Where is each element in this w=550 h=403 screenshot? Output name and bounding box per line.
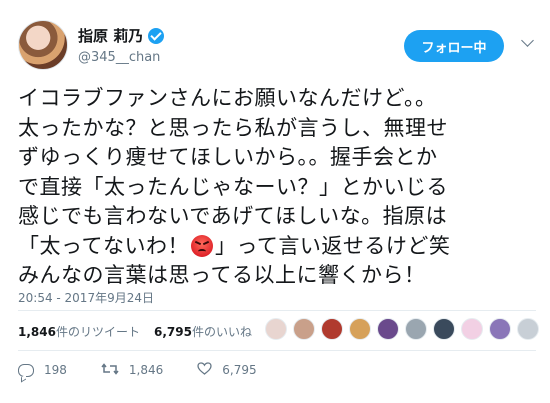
liker-avatar[interactable] xyxy=(321,318,343,340)
liker-avatars xyxy=(265,318,545,340)
liker-avatar[interactable] xyxy=(405,318,427,340)
liker-avatar[interactable] xyxy=(489,318,511,340)
likes-stat[interactable]: 6,795件のいいね xyxy=(154,323,252,340)
reply-count: 198 xyxy=(44,363,67,377)
liker-avatar[interactable] xyxy=(293,318,315,340)
liker-avatar[interactable] xyxy=(461,318,483,340)
tweet-actions: 198 1,846 6,795 xyxy=(18,362,291,378)
likes-count: 6,795 xyxy=(153,324,192,339)
tweet-line: 太ったかな？と思ったら私が言うし、無理せ xyxy=(18,115,448,140)
avatar[interactable] xyxy=(18,20,68,70)
reply-button[interactable]: 198 xyxy=(18,363,67,377)
liker-avatar[interactable] xyxy=(517,318,539,340)
chevron-down-icon[interactable] xyxy=(521,34,534,47)
tweet-line: イコラブファンさんにお願いなんだけど。。 xyxy=(18,86,437,110)
retweets-stat[interactable]: 1,846件のリツイート xyxy=(18,323,140,340)
tweet-line-part: 「太ってないわ！ xyxy=(18,233,189,258)
tweet-line: みんなの言葉は思ってる以上に響くから！ xyxy=(18,263,426,287)
liker-avatar[interactable] xyxy=(377,318,399,340)
liker-avatar[interactable] xyxy=(265,318,287,340)
tweet-line-with-emoji: 「太ってないわ！ 」って言い返せるけど笑 xyxy=(18,232,538,262)
tweet-text: イコラブファンさんにお願いなんだけど。。 太ったかな？と思ったら私が言うし、無理… xyxy=(18,84,538,291)
retweets-label: 件のリツイート xyxy=(55,324,140,339)
user-handle[interactable]: @345__chan xyxy=(78,50,164,65)
liker-avatar[interactable] xyxy=(349,318,371,340)
display-name[interactable]: 指原 莉乃 xyxy=(78,25,143,46)
tweet-line-part: 」って言い返せるけど笑 xyxy=(214,233,451,258)
user-name-block[interactable]: 指原 莉乃 @345__chan xyxy=(78,25,165,65)
liker-avatar[interactable] xyxy=(433,318,455,340)
retweet-icon xyxy=(101,362,119,378)
tweet-timestamp[interactable]: 20:54 - 2017年9月24日 xyxy=(18,289,154,306)
tweet-line: で直接「太ったんじゃなーい？」とかいじる xyxy=(18,174,448,199)
retweets-count: 1,846 xyxy=(18,324,56,339)
retweet-button[interactable]: 1,846 xyxy=(101,362,164,378)
reply-icon xyxy=(18,363,34,377)
retweet-count: 1,846 xyxy=(128,363,164,377)
verified-badge-icon xyxy=(148,27,165,44)
tweet-line: ずゆっくり痩せてほしいから。。握手会とか xyxy=(18,145,438,169)
tweet-header: 指原 莉乃 @345__chan フォロー中 xyxy=(18,20,536,70)
likes-label: 件のいいね xyxy=(191,324,252,339)
heart-icon xyxy=(197,362,212,378)
like-button[interactable]: 6,795 xyxy=(197,362,257,378)
divider xyxy=(18,350,536,351)
following-button[interactable]: フォロー中 xyxy=(404,30,504,62)
divider xyxy=(18,310,536,311)
tweet-line: 感じでも言わないであげてほしいな。指原は xyxy=(18,204,448,228)
angry-face-icon xyxy=(190,234,213,257)
like-count: 6,795 xyxy=(222,363,257,377)
tweet-stats: 1,846件のリツイート 6,795件のいいね xyxy=(18,318,266,344)
